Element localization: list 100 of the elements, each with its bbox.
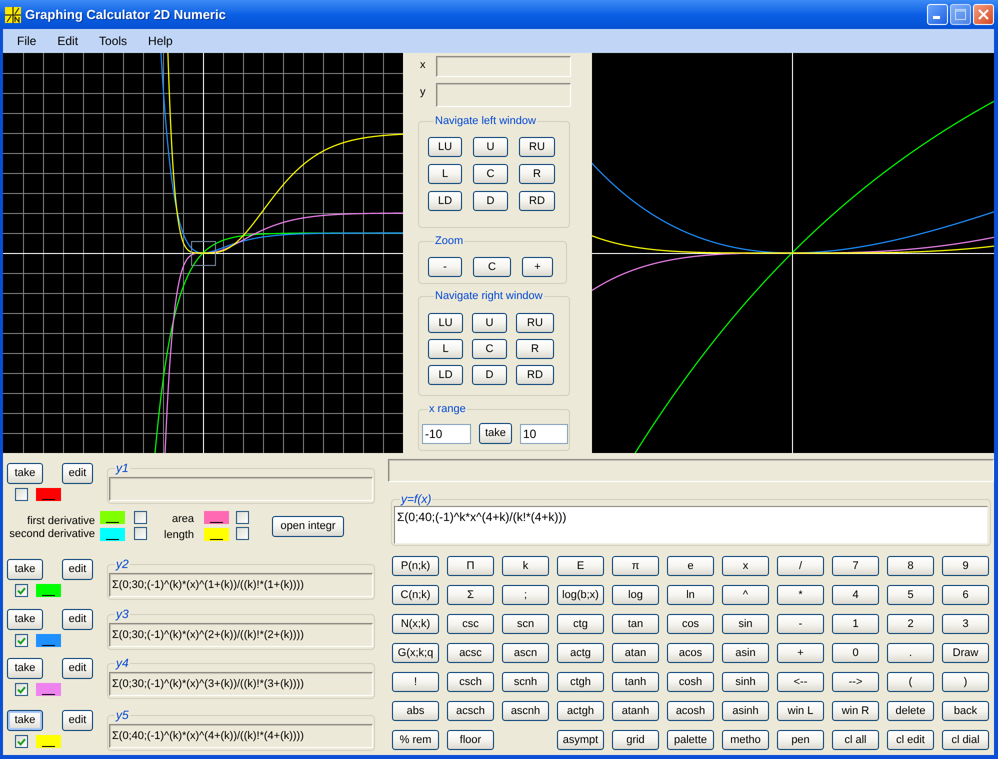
keypad-button[interactable]: ! — [392, 672, 439, 692]
keypad-button[interactable]: π — [612, 556, 659, 576]
color-swatch-icon[interactable] — [36, 584, 61, 597]
expression-field[interactable] — [388, 459, 994, 482]
close-button[interactable] — [973, 4, 994, 25]
navigation-button[interactable]: R — [516, 339, 554, 359]
formula-field[interactable]: Σ(0;30;(-1)^(k)*(x)^(2+(k))/((k)!*(2+(k)))) — [109, 623, 373, 647]
take-button[interactable]: take — [7, 559, 43, 580]
keypad-button[interactable]: ) — [942, 672, 989, 692]
keypad-button[interactable]: k — [502, 556, 549, 576]
keypad-button[interactable]: delete — [887, 701, 934, 721]
keypad-button[interactable]: pen — [777, 730, 824, 750]
color-swatch-icon[interactable] — [204, 528, 229, 541]
checkbox[interactable] — [15, 488, 28, 501]
keypad-button[interactable]: win R — [832, 701, 879, 721]
keypad-button[interactable]: csc — [447, 614, 494, 634]
keypad-button[interactable]: * — [777, 585, 824, 605]
keypad-button[interactable]: atanh — [612, 701, 659, 721]
keypad-button[interactable]: actgh — [557, 701, 604, 721]
edit-button[interactable]: edit — [62, 609, 93, 630]
keypad-button[interactable]: % rem — [392, 730, 439, 750]
keypad-button[interactable]: ctg — [557, 614, 604, 634]
keypad-button[interactable]: ; — [502, 585, 549, 605]
coordinate-field[interactable] — [436, 56, 571, 77]
formula-field[interactable]: Σ(0;30;(-1)^(k)*(x)^(3+(k))/((k)!*(3+(k)))) — [109, 672, 373, 696]
keypad-button[interactable]: ^ — [722, 585, 769, 605]
navigation-button[interactable]: RU — [519, 137, 555, 157]
keypad-button[interactable]: log(b;x) — [557, 585, 604, 605]
menu-item[interactable]: Help — [140, 33, 181, 49]
navigation-button[interactable]: L — [428, 164, 462, 184]
keypad-button[interactable]: cos — [667, 614, 714, 634]
keypad-button[interactable]: atan — [612, 643, 659, 663]
color-swatch-icon[interactable] — [36, 683, 61, 696]
keypad-button[interactable]: Σ — [447, 585, 494, 605]
checkbox[interactable] — [15, 735, 28, 748]
take-button[interactable]: take — [7, 710, 43, 731]
keypad-button[interactable]: E — [557, 556, 604, 576]
keypad-button[interactable]: 2 — [887, 614, 934, 634]
keypad-button[interactable]: cl all — [832, 730, 879, 750]
keypad-button[interactable]: grid — [612, 730, 659, 750]
navigation-button[interactable]: C — [473, 164, 508, 184]
menu-item[interactable]: Tools — [91, 33, 136, 49]
checkbox[interactable] — [134, 511, 147, 524]
keypad-button[interactable]: / — [777, 556, 824, 576]
keypad-button[interactable]: 4 — [832, 585, 879, 605]
keypad-button[interactable]: metho — [722, 730, 769, 750]
navigation-button[interactable]: U — [472, 313, 507, 333]
edit-button[interactable]: edit — [62, 463, 93, 484]
keypad-button[interactable]: asympt — [557, 730, 604, 750]
keypad-button[interactable]: C(n;k) — [392, 585, 439, 605]
keypad-button[interactable]: Π — [447, 556, 494, 576]
keypad-button[interactable]: csch — [447, 672, 494, 692]
edit-button[interactable]: edit — [62, 710, 93, 731]
navigation-button[interactable]: LD — [428, 191, 462, 211]
keypad-button[interactable]: x — [722, 556, 769, 576]
navigation-button[interactable]: L — [428, 339, 463, 359]
keypad-button[interactable]: 7 — [832, 556, 879, 576]
keypad-button[interactable]: scn — [502, 614, 549, 634]
color-swatch-icon[interactable] — [36, 488, 61, 501]
coordinate-field[interactable] — [436, 83, 571, 107]
keypad-button[interactable]: 9 — [942, 556, 989, 576]
range-field[interactable]: -10 — [422, 424, 471, 444]
checkbox[interactable] — [236, 511, 249, 524]
keypad-button[interactable]: 3 — [942, 614, 989, 634]
formula-field[interactable]: Σ(0;30;(-1)^(k)*(x)^(1+(k))/((k)!*(1+(k)))) — [109, 573, 373, 597]
formula-field[interactable]: Σ(0;40;(-1)^(k)*(x)^(4+(k))/((k)!*(4+(k)))) — [109, 724, 373, 748]
navigation-button[interactable]: D — [473, 191, 508, 211]
color-swatch-icon[interactable] — [204, 511, 229, 524]
keypad-button[interactable]: e — [667, 556, 714, 576]
keypad-button[interactable]: sin — [722, 614, 769, 634]
keypad-button[interactable]: acos — [667, 643, 714, 663]
keypad-button[interactable]: cosh — [667, 672, 714, 692]
keypad-button[interactable]: log — [612, 585, 659, 605]
keypad-button[interactable]: actg — [557, 643, 604, 663]
color-swatch-icon[interactable] — [36, 735, 61, 748]
keypad-button[interactable]: palette — [667, 730, 714, 750]
checkbox[interactable] — [134, 527, 147, 540]
color-swatch-icon[interactable] — [100, 528, 125, 541]
formula-field[interactable] — [109, 477, 373, 501]
take-button[interactable]: take — [7, 609, 43, 630]
checkbox[interactable] — [236, 527, 249, 540]
keypad-button[interactable]: ctgh — [557, 672, 604, 692]
keypad-button[interactable]: ascn — [502, 643, 549, 663]
zoom-button[interactable]: C — [473, 257, 511, 277]
keypad-button[interactable]: 6 — [942, 585, 989, 605]
zoom-button[interactable]: + — [522, 257, 553, 277]
edit-button[interactable]: edit — [62, 559, 93, 580]
range-field[interactable]: 10 — [520, 424, 568, 444]
navigation-button[interactable]: R — [519, 164, 555, 184]
color-swatch-icon[interactable] — [36, 634, 61, 647]
keypad-button[interactable]: <-- — [777, 672, 824, 692]
keypad-button[interactable]: win L — [777, 701, 824, 721]
navigation-button[interactable]: LD — [428, 365, 463, 385]
edit-button[interactable]: edit — [62, 658, 93, 679]
menu-item[interactable]: Edit — [49, 33, 86, 49]
keypad-button[interactable]: Draw — [942, 643, 989, 663]
navigation-button[interactable]: C — [472, 339, 507, 359]
keypad-button[interactable]: 5 — [887, 585, 934, 605]
keypad-button[interactable]: acosh — [667, 701, 714, 721]
take-button[interactable]: take — [7, 463, 43, 484]
